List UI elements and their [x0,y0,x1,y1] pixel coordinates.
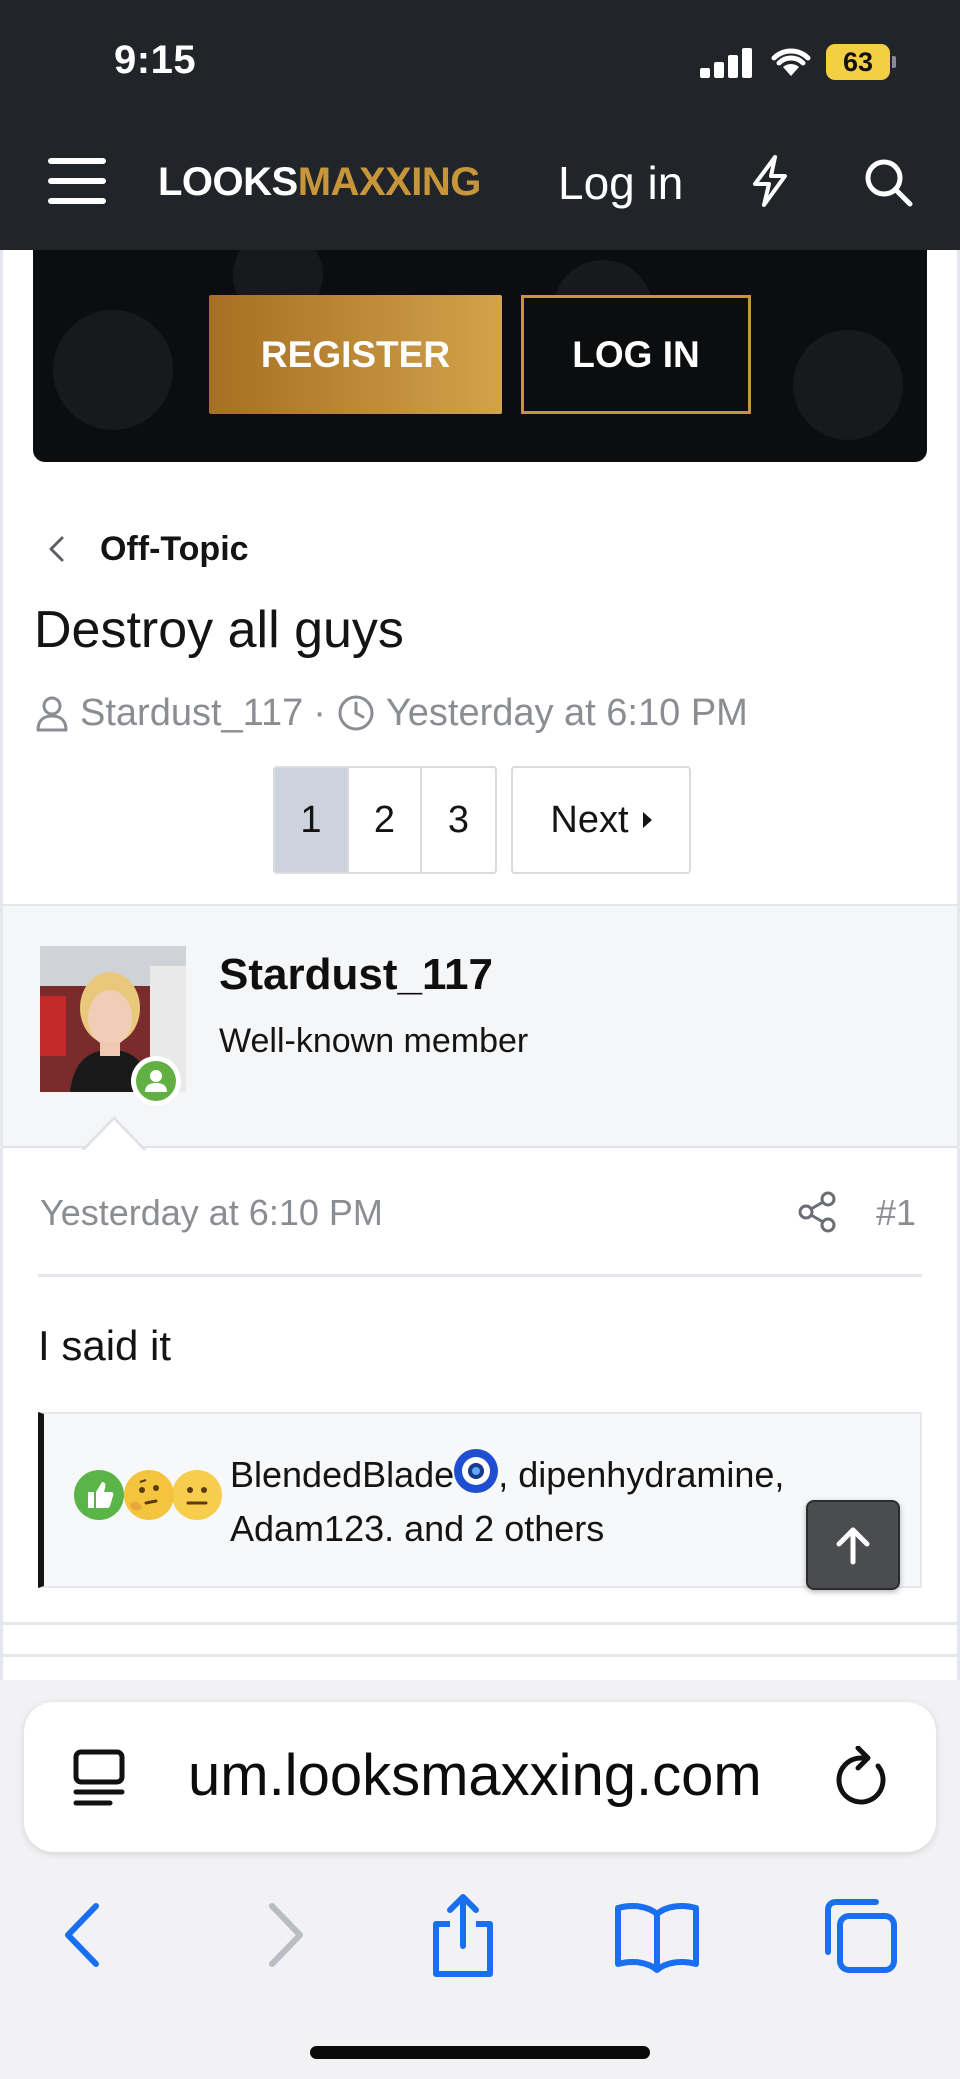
user-icon [36,696,68,732]
page-3-button[interactable]: 3 [422,766,497,874]
lightning-bolt-icon[interactable] [748,154,792,208]
reaction-user-dipenhydramine[interactable]: , dipenhydramine, [498,1454,784,1495]
reactions-bar[interactable]: BlendedBlade , dipenhydramine, Adam123. a… [38,1412,922,1588]
site-logo[interactable]: LOOKSMAXXING [158,160,481,205]
post-bottom-divider [0,1622,960,1625]
post-date[interactable]: Yesterday at 6:10 PM [40,1192,383,1234]
reload-icon[interactable] [832,1746,892,1810]
site-header: 9:15 63 LOOKSMAXXING Log in [0,0,960,250]
user-online-icon [145,1070,167,1092]
next-post-top-divider [0,1654,960,1657]
banner-login-button[interactable]: LOG IN [521,295,751,414]
logo-text-maxxing: MAXXING [297,160,482,204]
share-icon[interactable] [796,1190,840,1234]
thread-author[interactable]: Stardust_117 [80,692,303,735]
tabs-icon[interactable] [814,1890,904,1980]
next-page-label: Next [550,798,629,841]
post-number[interactable]: #1 [876,1192,916,1234]
post-divider [38,1274,922,1277]
page-1-button[interactable]: 1 [273,766,349,874]
address-bar[interactable]: um.looksmaxxing.com [24,1702,936,1852]
guest-banner: REGISTER LOG IN [33,250,927,462]
wifi-icon [771,48,811,76]
meta-separator: · [313,691,326,734]
thread-meta: Stardust_117 · Yesterday at 6:10 PM [34,688,748,738]
hamburger-menu-icon[interactable] [48,158,108,208]
home-indicator[interactable] [310,2046,650,2059]
pagination: 1 2 3 Next [273,766,691,874]
arrow-up-icon [836,1527,870,1565]
post-username[interactable]: Stardust_117 [219,950,493,1000]
post-user-block: Stardust_117 Well-known member [3,904,957,1152]
page-2-button[interactable]: 2 [349,766,422,874]
neutral-reaction-icon [172,1470,222,1520]
thread-date[interactable]: Yesterday at 6:10 PM [386,692,748,735]
clock-icon [338,695,374,731]
next-page-button[interactable]: Next [511,766,691,874]
breadcrumb-off-topic[interactable]: Off-Topic [100,530,249,569]
register-button[interactable]: REGISTER [209,295,502,414]
battery-indicator: 63 [826,44,896,80]
reaction-users-others[interactable]: Adam123. and 2 others [230,1508,604,1549]
browser-toolbar: um.looksmaxxing.com [0,1680,960,2079]
online-status-badge [131,1056,181,1106]
back-icon[interactable] [40,1890,130,1980]
user-title: Well-known member [219,1022,529,1060]
nazar-amulet-icon [454,1449,499,1493]
forward-icon[interactable] [238,1890,328,1980]
like-reaction-icon [74,1470,124,1520]
thread-title: Destroy all guys [34,601,404,659]
bookmarks-icon[interactable] [612,1890,702,1980]
scroll-to-top-button[interactable] [806,1500,900,1590]
cellular-signal-icon [700,48,754,78]
share-sheet-icon[interactable] [418,1890,508,1980]
url-text[interactable]: um.looksmaxxing.com [188,1742,762,1809]
reader-mode-icon[interactable] [70,1746,130,1810]
reaction-user-blendedblade[interactable]: BlendedBlade [230,1454,454,1495]
reaction-users-text: BlendedBlade , dipenhydramine, Adam123. a… [230,1448,870,1556]
status-time: 9:15 [114,38,197,82]
user-block-pointer-fill [83,1120,145,1152]
caret-right-icon [642,812,652,828]
logo-text-looks: LOOKS [158,160,298,204]
search-icon[interactable] [862,156,914,208]
chevron-left-icon[interactable] [44,532,68,566]
thinking-reaction-icon [124,1470,174,1520]
post-body: I said it [38,1322,172,1369]
header-login-link[interactable]: Log in [558,156,683,210]
